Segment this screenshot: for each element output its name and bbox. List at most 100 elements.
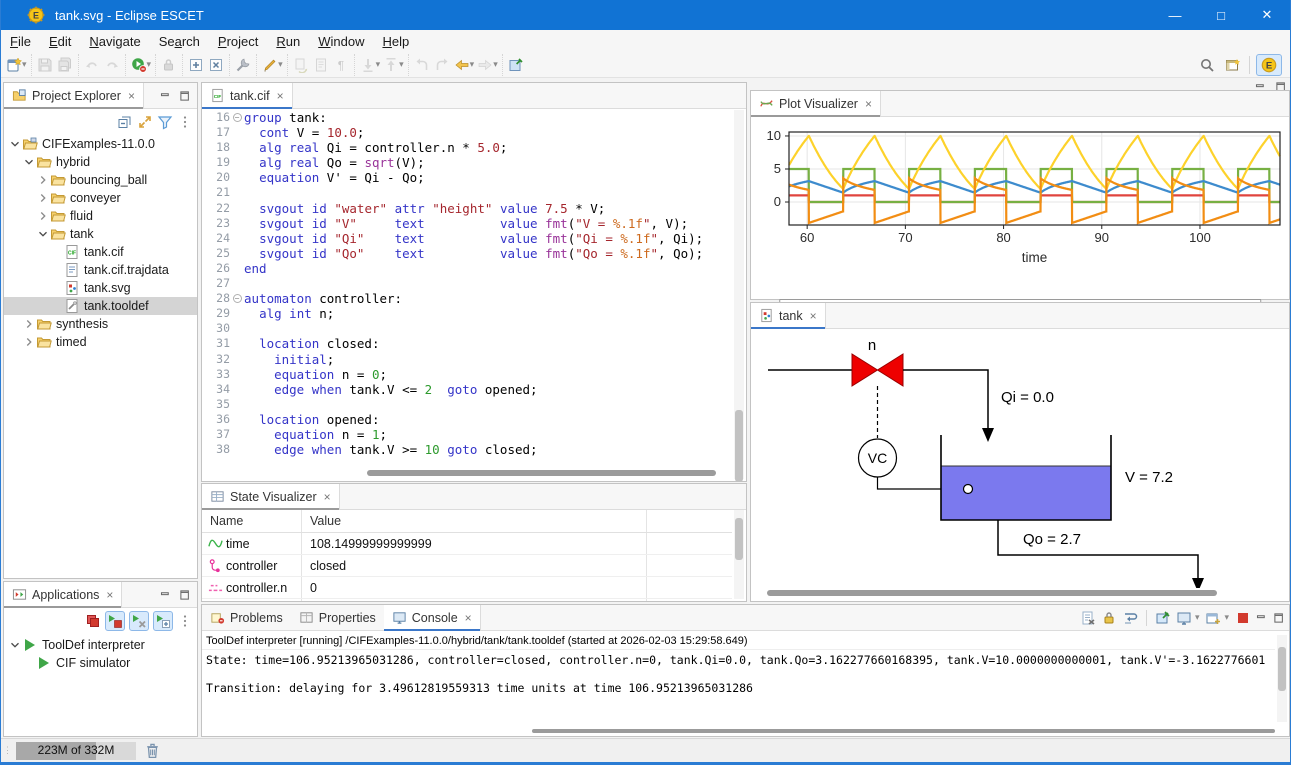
run-tooldef-icon[interactable] bbox=[129, 55, 149, 75]
tab-problems[interactable]: Problems bbox=[202, 605, 291, 630]
link-with-editor-icon[interactable] bbox=[137, 114, 153, 130]
view-menu-icon[interactable] bbox=[177, 114, 193, 130]
menu-edit[interactable]: Edit bbox=[40, 32, 80, 51]
code-editor[interactable]: 16−group tank:17 cont V = 10.0;18 alg re… bbox=[202, 110, 732, 465]
scroll-lock-icon[interactable] bbox=[1101, 610, 1117, 626]
chevron-right-icon[interactable] bbox=[22, 335, 36, 349]
tree-item-tooldef-interpreter[interactable]: ToolDef interpreter bbox=[4, 636, 197, 654]
pin-console-icon[interactable] bbox=[1155, 610, 1171, 626]
status-grip[interactable]: ⋮ bbox=[3, 745, 11, 756]
maximize-icon[interactable] bbox=[1273, 612, 1285, 624]
word-wrap-icon[interactable] bbox=[1122, 610, 1138, 626]
terminate-all-icon[interactable] bbox=[85, 613, 101, 629]
dropdown-arrow-icon[interactable]: ▾ bbox=[470, 59, 475, 70]
dropdown-arrow-icon[interactable]: ▾ bbox=[1224, 612, 1229, 623]
maximize-window-button[interactable]: □ bbox=[1198, 0, 1244, 30]
close-icon[interactable]: × bbox=[128, 89, 135, 103]
minimize-icon[interactable] bbox=[160, 90, 172, 102]
tree-item-conveyer[interactable]: conveyer bbox=[4, 189, 197, 207]
tab-tank-cif[interactable]: CIF tank.cif × bbox=[202, 83, 293, 108]
escet-perspective-button[interactable]: E bbox=[1256, 54, 1282, 76]
tree-item-tank-svg[interactable]: tank.svg bbox=[4, 279, 197, 297]
filter-icon[interactable] bbox=[157, 114, 173, 130]
open-perspective-icon[interactable] bbox=[1223, 55, 1243, 75]
dropdown-arrow-icon[interactable]: ▾ bbox=[22, 59, 27, 70]
tab-console[interactable]: Console× bbox=[384, 605, 481, 630]
auto-remove-icon[interactable] bbox=[129, 611, 149, 631]
auto-terminate-icon[interactable] bbox=[105, 611, 125, 631]
menu-navigate[interactable]: Navigate bbox=[80, 32, 149, 51]
close-icon[interactable]: × bbox=[324, 490, 331, 504]
minimize-window-button[interactable]: — bbox=[1152, 0, 1198, 30]
collapse-all-icon[interactable] bbox=[117, 114, 133, 130]
editor-vscrollbar[interactable] bbox=[734, 110, 744, 479]
pin-editor-icon[interactable] bbox=[506, 55, 526, 75]
editor-hscrollbar[interactable] bbox=[367, 470, 716, 476]
tree-item-fluid[interactable]: fluid bbox=[4, 207, 197, 225]
menu-search[interactable]: Search bbox=[150, 32, 209, 51]
search-icon[interactable] bbox=[1197, 55, 1217, 75]
tree-item-cif-simulator[interactable]: CIF simulator bbox=[4, 654, 197, 672]
tree-item-bouncing-ball[interactable]: bouncing_ball bbox=[4, 171, 197, 189]
menu-help[interactable]: Help bbox=[373, 32, 418, 51]
new-wizard-icon[interactable] bbox=[4, 55, 24, 75]
state-visualizer-vscrollbar[interactable] bbox=[734, 510, 744, 599]
tree-item-synthesis[interactable]: synthesis bbox=[4, 315, 197, 333]
chevron-right-icon[interactable] bbox=[36, 209, 50, 223]
table-row[interactable]: time108.14999999999999 bbox=[202, 533, 732, 555]
open-console-icon[interactable] bbox=[1205, 610, 1221, 626]
table-row[interactable]: controllerclosed bbox=[202, 555, 732, 577]
chevron-right-icon[interactable] bbox=[36, 173, 50, 187]
menu-window[interactable]: Window bbox=[309, 32, 373, 51]
fold-marker-icon[interactable]: − bbox=[230, 110, 244, 125]
view-menu-icon[interactable] bbox=[177, 613, 193, 629]
table-row[interactable]: controller.n0 bbox=[202, 577, 732, 599]
dropdown-arrow-icon[interactable]: ▾ bbox=[147, 59, 152, 70]
tree-item-tank-cif[interactable]: CIFtank.cif bbox=[4, 243, 197, 261]
close-icon[interactable]: × bbox=[465, 611, 472, 625]
chevron-down-icon[interactable] bbox=[8, 638, 22, 652]
remove-box-icon[interactable] bbox=[206, 55, 226, 75]
close-icon[interactable]: × bbox=[810, 309, 817, 323]
display-console-icon[interactable] bbox=[1176, 610, 1192, 626]
chevron-right-icon[interactable] bbox=[36, 191, 50, 205]
tree-item-cifexamples-11-0-0[interactable]: CIFExamples-11.0.0 bbox=[4, 135, 197, 153]
dropdown-arrow-icon[interactable]: ▾ bbox=[1195, 612, 1200, 623]
tree-item-tank-tooldef[interactable]: tank.tooldef bbox=[4, 297, 197, 315]
tab-state-visualizer[interactable]: State Visualizer × bbox=[202, 484, 340, 509]
back-icon[interactable] bbox=[452, 55, 472, 75]
chevron-down-icon[interactable] bbox=[22, 155, 36, 169]
dropdown-arrow-icon[interactable]: ▾ bbox=[278, 59, 283, 70]
maximize-icon[interactable] bbox=[179, 589, 191, 601]
maximize-icon[interactable] bbox=[179, 90, 191, 102]
add-box-icon[interactable] bbox=[186, 55, 206, 75]
menu-file[interactable]: File bbox=[1, 32, 40, 51]
tree-item-tank[interactable]: tank bbox=[4, 225, 197, 243]
tab-properties[interactable]: Properties bbox=[291, 605, 384, 630]
table-row[interactable]: tank.Qi0.0 bbox=[202, 599, 732, 601]
menu-project[interactable]: Project bbox=[209, 32, 267, 51]
tree-item-hybrid[interactable]: hybrid bbox=[4, 153, 197, 171]
wrench-icon[interactable] bbox=[233, 55, 253, 75]
fold-marker-icon[interactable]: − bbox=[230, 291, 244, 306]
tank-hscrollbar[interactable] bbox=[767, 590, 1217, 596]
tab-applications[interactable]: Applications × bbox=[4, 582, 122, 607]
tree-item-timed[interactable]: timed bbox=[4, 333, 197, 351]
close-window-button[interactable]: ✕ bbox=[1244, 0, 1290, 30]
close-icon[interactable]: × bbox=[106, 588, 113, 602]
close-icon[interactable]: × bbox=[277, 89, 284, 103]
tab-tank[interactable]: tank × bbox=[751, 303, 826, 328]
minimize-icon[interactable] bbox=[1256, 612, 1268, 624]
tree-item-tank-cif-trajdata[interactable]: tank.cif.trajdata bbox=[4, 261, 197, 279]
auto-expand-icon[interactable] bbox=[153, 611, 173, 631]
close-icon[interactable]: × bbox=[865, 97, 872, 111]
garbage-collect-icon[interactable] bbox=[144, 742, 161, 759]
column-header-value[interactable]: Value bbox=[302, 510, 647, 532]
console-vscrollbar[interactable] bbox=[1277, 635, 1287, 722]
console-hscrollbar[interactable] bbox=[532, 729, 1275, 733]
external-tools-icon[interactable] bbox=[260, 55, 280, 75]
chevron-down-icon[interactable] bbox=[8, 137, 22, 151]
clear-console-icon[interactable] bbox=[1080, 610, 1096, 626]
chevron-right-icon[interactable] bbox=[22, 317, 36, 331]
column-header-name[interactable]: Name bbox=[202, 510, 302, 532]
